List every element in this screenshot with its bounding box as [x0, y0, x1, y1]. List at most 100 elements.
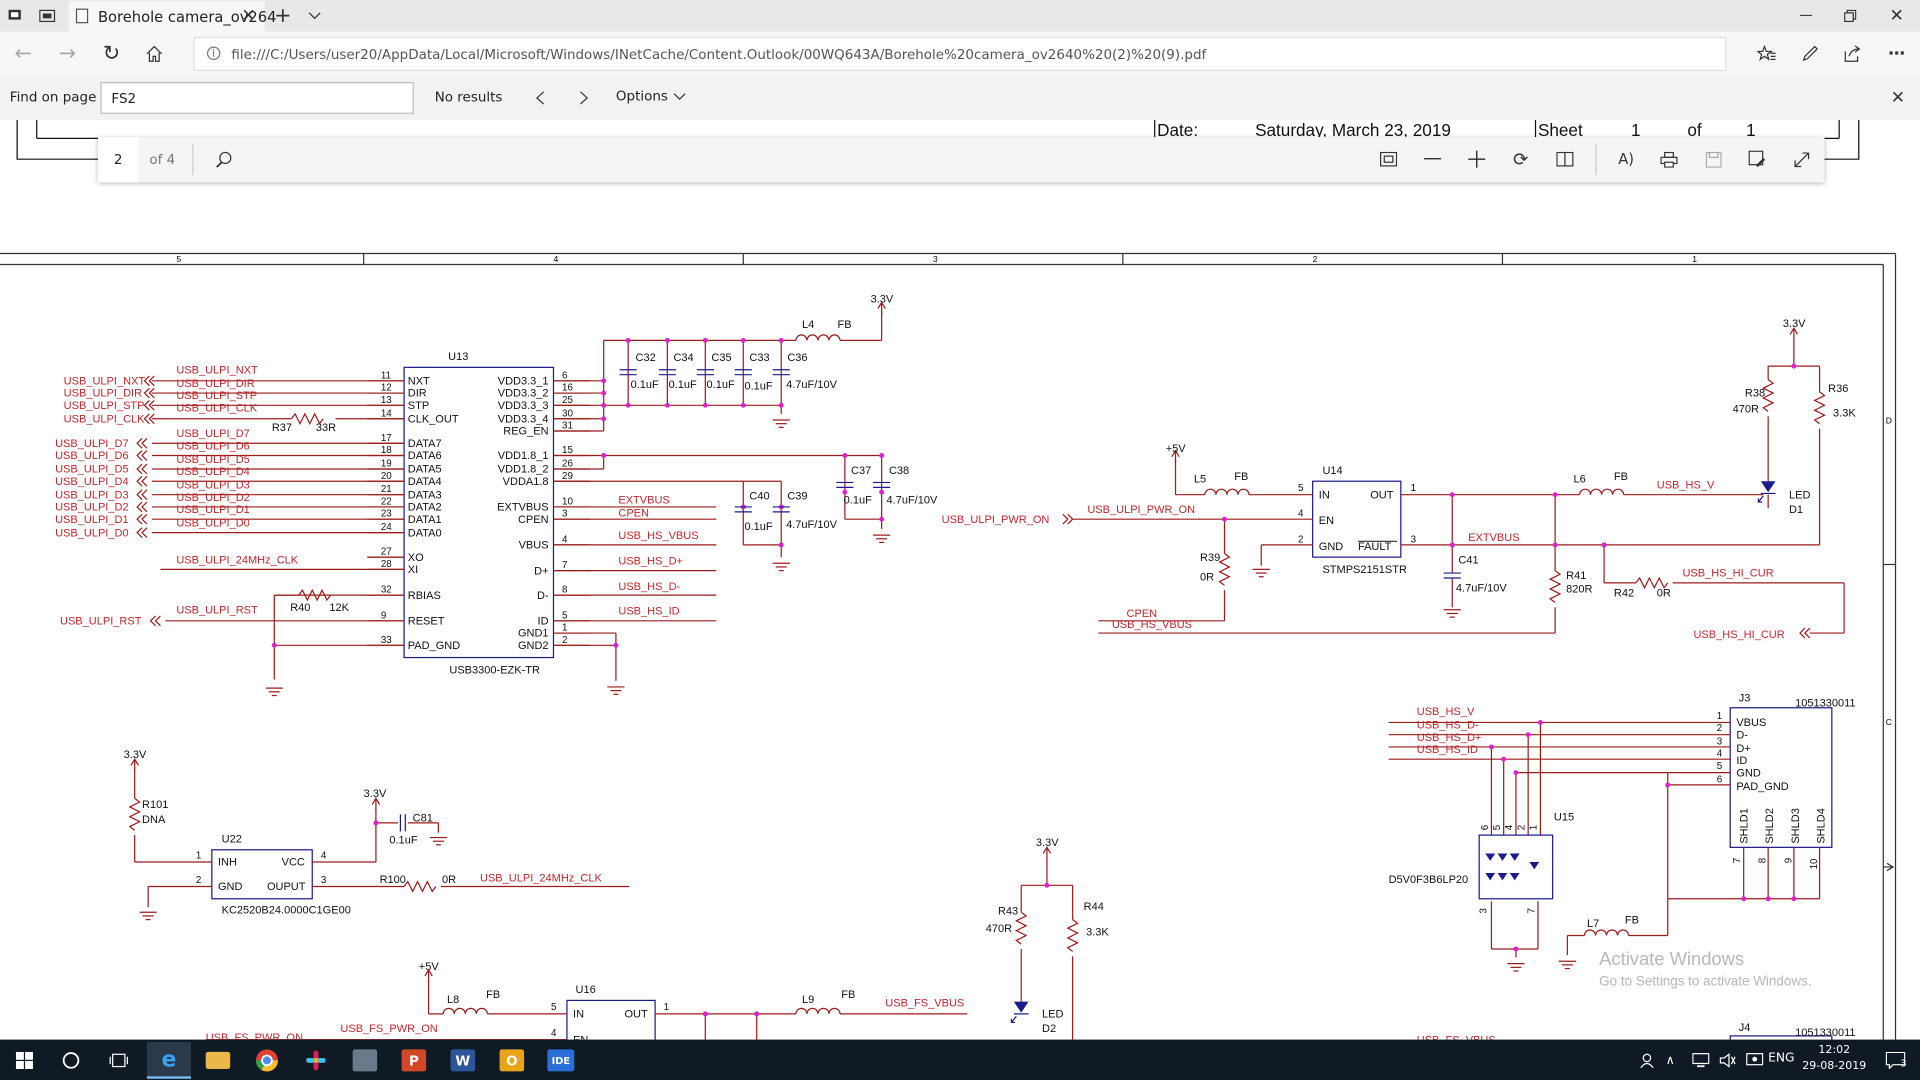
u13-pin-name: NXT: [408, 375, 430, 387]
led-d2: [1010, 1001, 1030, 1024]
options-button[interactable]: Options: [615, 88, 687, 105]
volume-icon[interactable]: [1713, 1042, 1742, 1079]
u13-pin-number: 32: [381, 585, 392, 596]
u22-part-number: KC2520B24.0000C1GE00: [222, 904, 351, 916]
zoom-out-icon[interactable]: [1419, 147, 1446, 171]
share-icon[interactable]: [1839, 42, 1866, 66]
u13-pin-name: RBIAS: [408, 590, 441, 602]
set-tabs-aside-icon[interactable]: [34, 5, 61, 27]
word-icon[interactable]: W: [441, 1042, 485, 1079]
next-result-icon[interactable]: [573, 86, 595, 110]
close-tab-icon[interactable]: ✕: [238, 5, 260, 27]
zone-1: 1: [1692, 254, 1697, 264]
power-label: 3.3V: [871, 293, 894, 305]
network-icon[interactable]: [1686, 1042, 1715, 1079]
find-input[interactable]: FS2: [100, 82, 414, 114]
u13-pin-name: VDD3.3_1: [498, 375, 549, 387]
c38-value: 4.7uF/10V: [887, 494, 938, 506]
home-icon[interactable]: [141, 42, 168, 66]
title-bar: Borehole camera_ov264 ✕ + ✕: [0, 0, 1920, 32]
print-icon[interactable]: [1656, 147, 1683, 171]
ide-icon[interactable]: IDE: [539, 1042, 583, 1079]
u22-pin: VCC: [282, 857, 305, 869]
language-indicator[interactable]: ENG: [1768, 1052, 1794, 1065]
notification-icon[interactable]: 3: [1873, 1042, 1917, 1079]
u13-pin-number: 33: [381, 635, 392, 646]
u14-pin: EN: [1319, 515, 1334, 527]
windows-start-icon[interactable]: [2, 1042, 46, 1079]
minimize-icon[interactable]: [1790, 5, 1822, 27]
more-icon[interactable]: ⋯: [1883, 42, 1910, 66]
fullscreen-icon[interactable]: [1788, 147, 1815, 171]
u16-ref: U16: [576, 984, 596, 996]
u15-pin-num: 1: [1529, 825, 1540, 830]
net-label: USB_ULPI_D6: [176, 440, 249, 452]
tab-active[interactable]: Borehole camera_ov264: [68, 1, 276, 32]
address-bar[interactable]: i file:///C:/Users/user20/AppData/Local/…: [193, 36, 1727, 72]
u13-pin-name: RESET: [408, 615, 445, 627]
j3-pin: GND: [1736, 767, 1761, 779]
u22-pin: INH: [218, 857, 237, 869]
chevron-up-icon[interactable]: ∧: [1656, 1042, 1685, 1079]
chrome-icon[interactable]: [245, 1042, 289, 1079]
favorites-icon[interactable]: [1753, 42, 1780, 66]
j3-pin: ID: [1736, 755, 1747, 767]
j3-pin-num: 6: [1717, 774, 1723, 785]
zoom-in-icon[interactable]: [1463, 147, 1490, 171]
forward-icon[interactable]: →: [54, 42, 81, 66]
power-label: 3.3V: [1783, 318, 1806, 330]
chevron-down-icon[interactable]: [304, 5, 326, 27]
page-number-input[interactable]: 2: [97, 137, 139, 183]
u13-pin-number: 10: [562, 496, 573, 507]
slack-icon[interactable]: [294, 1042, 338, 1079]
options-label: Options: [615, 88, 668, 105]
new-tab-icon[interactable]: +: [272, 4, 294, 28]
powerpoint-icon[interactable]: P: [392, 1042, 436, 1079]
fit-page-icon[interactable]: [1375, 147, 1402, 171]
r42-value: 0R: [1657, 587, 1671, 599]
close-find-icon[interactable]: ✕: [1886, 86, 1910, 110]
u13-pin-name: VDD1.8_1: [498, 450, 549, 462]
u13-pin-number: 31: [562, 421, 573, 432]
rotate-icon[interactable]: ⟳: [1507, 147, 1534, 171]
find-bar: Find on page FS2 No results Options ✕: [0, 75, 1920, 121]
r42-ref: R42: [1614, 587, 1634, 599]
pen-notes-icon[interactable]: [1796, 42, 1823, 66]
r44-ref: R44: [1084, 901, 1104, 913]
cortana-icon[interactable]: [49, 1042, 93, 1079]
r100-ref: R100: [380, 874, 406, 886]
save-icon[interactable]: [1700, 147, 1727, 171]
net-label: USB_ULPI_NXT: [64, 375, 146, 387]
back-icon[interactable]: ←: [10, 42, 37, 66]
previous-result-icon[interactable]: [529, 86, 551, 110]
find-query: FS2: [111, 90, 137, 106]
info-icon[interactable]: i: [206, 46, 221, 61]
refresh-icon[interactable]: ↻: [98, 42, 125, 66]
u13-pin-number: 25: [562, 395, 573, 406]
tab-actions-icon[interactable]: [2, 5, 26, 27]
j4-part-number: 1051330011: [1795, 1027, 1855, 1039]
u13-pin-number: 23: [381, 509, 392, 520]
l4-ref: L4: [802, 319, 814, 331]
save-as-icon[interactable]: [1744, 147, 1771, 171]
display-icon[interactable]: [1740, 1042, 1769, 1079]
l6-ref: L6: [1573, 473, 1585, 485]
search-icon[interactable]: [211, 147, 238, 171]
net-label: USB_ULPI_D0: [55, 527, 128, 539]
task-view-icon[interactable]: [97, 1042, 141, 1079]
close-window-icon[interactable]: ✕: [1881, 5, 1913, 27]
clock[interactable]: 12:02 29-08-2019: [1800, 1043, 1869, 1075]
file-explorer-icon[interactable]: [196, 1042, 240, 1079]
net-label: USB_ULPI_D6: [55, 450, 128, 462]
c39-ref: C39: [787, 491, 807, 503]
r38-ref: R38: [1745, 388, 1765, 400]
edge-taskbar-icon[interactable]: e: [146, 1042, 192, 1079]
find-label: Find on page: [9, 89, 97, 106]
u13-circuit: U13 USB3300-EZK-TR NXT11DIR12STP13CLK_OU…: [55, 293, 938, 697]
snipping-tool-icon[interactable]: [343, 1042, 387, 1079]
restore-icon[interactable]: [1834, 5, 1866, 27]
read-aloud-icon[interactable]: A): [1613, 147, 1640, 171]
page-layout-icon[interactable]: [1551, 147, 1578, 171]
outlook-icon[interactable]: O: [490, 1042, 534, 1079]
c32-ref: C32: [636, 352, 656, 364]
